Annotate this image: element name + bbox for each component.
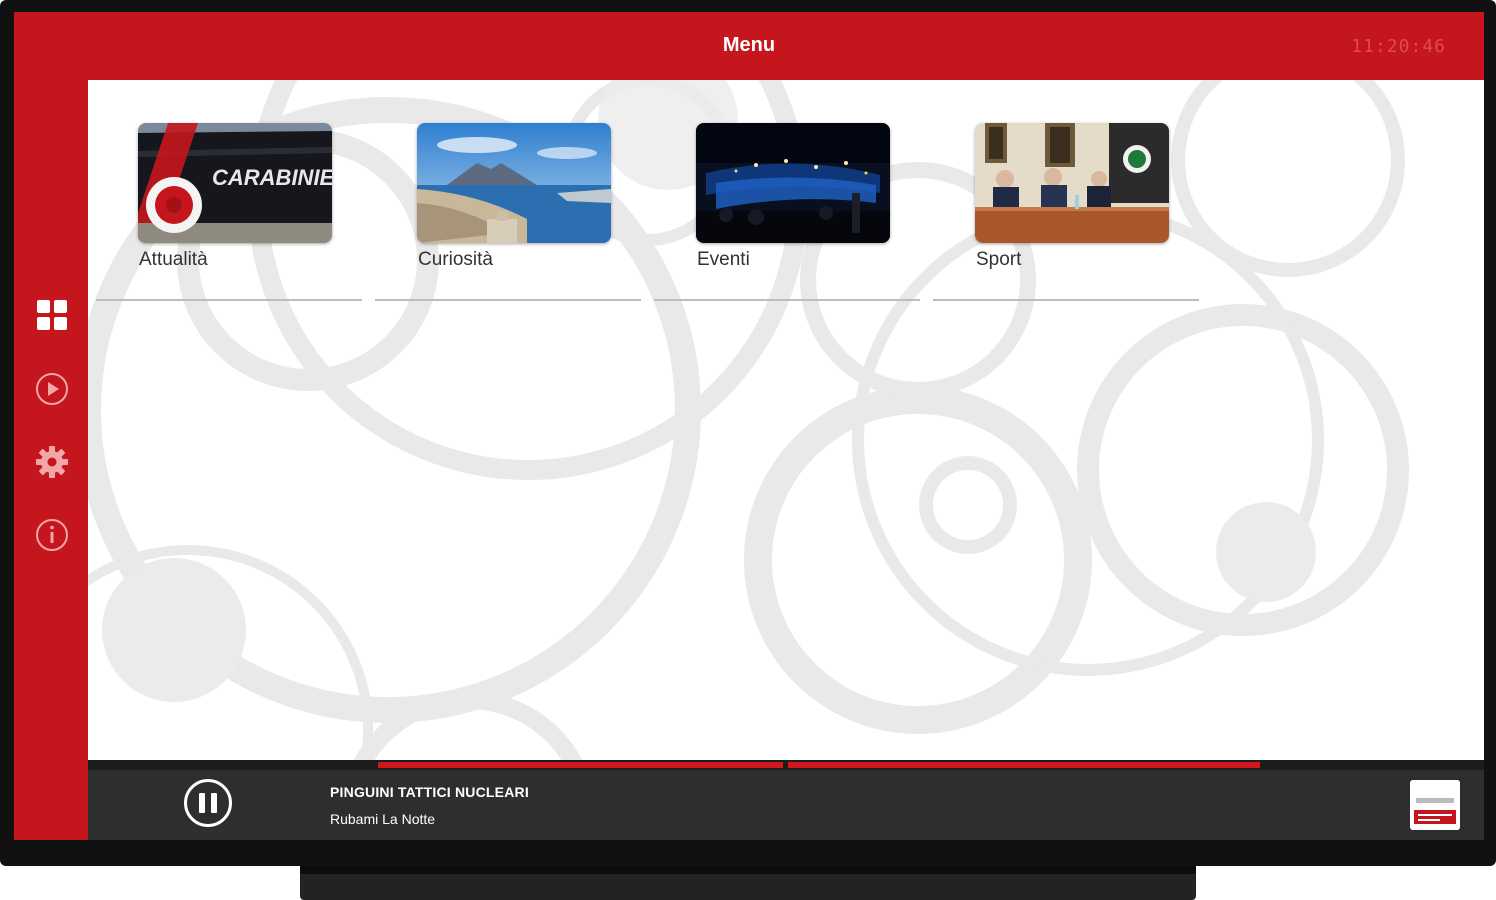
tile-divider: [375, 299, 641, 301]
playback-progress-bar[interactable]: [88, 760, 1484, 770]
sidebar-item-settings[interactable]: [31, 441, 73, 483]
category-tile-eventi[interactable]: Eventi: [654, 123, 920, 301]
tv-stand: [300, 866, 1196, 900]
sidebar-item-play[interactable]: [31, 368, 73, 410]
sidebar-item-info[interactable]: [31, 514, 73, 556]
tile-divider: [933, 299, 1199, 301]
news-thumbnail: CARABINIER: [138, 123, 332, 243]
progress-played: [378, 762, 783, 768]
sidebar: [14, 80, 88, 772]
category-tile-attualita[interactable]: CARABINIER Attualità: [96, 123, 362, 301]
gear-icon: [36, 446, 68, 478]
event-thumbnail: [696, 123, 890, 243]
city-thumbnail: [417, 123, 611, 243]
song-title: Rubami La Notte: [330, 811, 436, 827]
player-bar: PINGUINI TATTICI NUCLEARI Rubami La Nott…: [88, 770, 1484, 840]
progress-buffered: [788, 762, 1260, 768]
tile-divider: [654, 299, 920, 301]
sidebar-item-grid[interactable]: [31, 294, 73, 336]
category-label: Eventi: [697, 249, 750, 270]
tile-divider: [96, 299, 362, 301]
clock: 11:20:46: [1351, 36, 1446, 57]
content-area: CARABINIER Attualità: [88, 80, 1484, 760]
page-title: Menu: [722, 34, 776, 56]
station-logo: [1410, 780, 1460, 830]
play-circle-icon: [36, 373, 68, 405]
svg-text:CARABINIER: CARABINIER: [212, 165, 332, 190]
category-label: Attualità: [139, 249, 208, 270]
pause-icon-bar: [211, 793, 217, 813]
grid-icon: [37, 300, 67, 330]
category-tile-curiosita[interactable]: Curiosità: [375, 123, 641, 301]
tv-frame: Menu 11:20:46 CARABINI Attualità Curiosi…: [0, 0, 1496, 866]
app-screen: Menu 11:20:46 CARABINI Attualità Curiosi…: [14, 12, 1484, 840]
app-header: Menu 11:20:46: [14, 12, 1484, 80]
artist-name: PINGUINI TATTICI NUCLEARI: [330, 784, 529, 800]
category-tile-sport[interactable]: Sport: [933, 123, 1199, 301]
category-label: Curiosità: [418, 249, 493, 270]
sport-thumbnail: [975, 123, 1169, 243]
pause-button[interactable]: [184, 779, 232, 827]
category-label: Sport: [976, 249, 1022, 270]
pause-icon-bar: [199, 793, 205, 813]
info-icon: [36, 519, 68, 551]
